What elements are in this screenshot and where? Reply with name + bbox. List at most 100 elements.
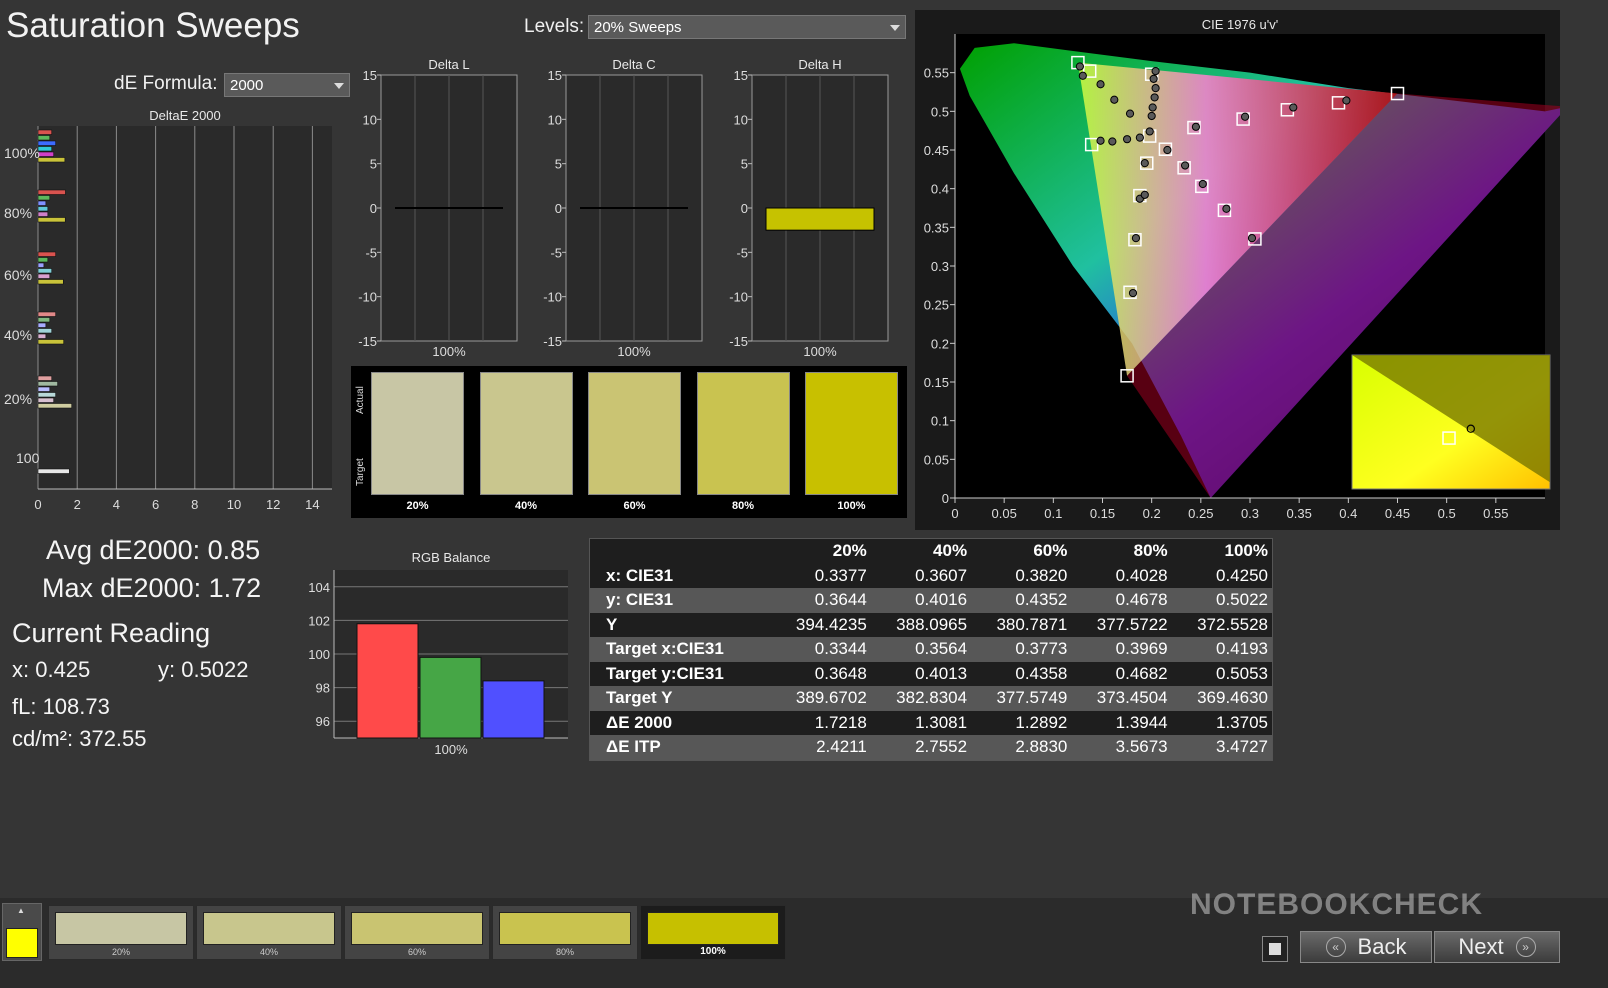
reading-fl: fL: 108.73 [12,694,110,719]
notebookcheck-watermark: NOTEBOOKCHECK [1190,888,1484,921]
next-button[interactable]: Next » [1434,931,1560,963]
levels-select[interactable]: 20% Sweeps [588,15,906,39]
table-cell: 380.7871 [971,612,1072,637]
rgb-category-label: 100% [434,742,468,757]
reading-y: y: 0.5022 [158,657,249,682]
measured-marker [1148,103,1157,112]
deltae-bar [37,135,51,141]
table-cell: 0.3607 [870,563,972,588]
delta-y-tick: 5 [370,157,377,172]
deltae-bar [37,339,64,345]
delta-y-tick: 0 [555,201,562,216]
table-header: 80% [1071,539,1172,564]
row-label: y: CIE31 [590,588,771,613]
table-cell: 382.8304 [870,686,972,711]
sweep-thumb[interactable]: 100% [640,905,786,960]
up-arrow-icon[interactable]: ▲ [17,906,25,915]
cie-chart: 0 0.05 0.1 0.15 0.2 0.25 0.3 0.35 0.4 0.45 0.5 0.55… [924,34,1560,521]
sweep-thumb-color [499,912,631,945]
measured-marker [1078,71,1087,80]
sweep-thumb-label: 20% [111,947,130,957]
table-cell: 1.3705 [1171,710,1272,735]
table-header: 60% [971,539,1072,564]
deltae-bar [37,279,64,285]
sweep-thumb[interactable]: 80% [492,905,638,960]
delta-y-tick: -15 [729,334,748,349]
cie-x-tick: 0.4 [1339,506,1357,521]
measured-marker [1240,112,1250,121]
cie-y-tick: 0 [942,491,949,506]
delta-chart-title: Delta C [612,57,655,72]
table-cell: 0.3377 [770,563,871,588]
sweep-thumb[interactable]: 20% [48,905,194,960]
table-row: Target Y 389.6702 382.8304 377.5749 373.4504… [590,686,1272,711]
swatch [479,372,573,495]
cie-x-tick: 0.25 [1188,506,1213,521]
sweep-thumb[interactable]: 40% [196,905,342,960]
table-cell: 0.3820 [971,563,1072,588]
table-cell: 0.4016 [870,588,972,613]
measured-marker [1147,111,1156,121]
sweep-thumb-label: 60% [407,947,426,957]
table-row: x: CIE31 0.3377 0.3607 0.3820 0.4028 0.4250 [590,563,1272,588]
back-button[interactable]: « Back [1300,931,1432,963]
rgb-balance-chart: 104 102 100 98 96 100% [308,570,568,757]
table-cell: 0.4682 [1071,661,1172,686]
sweep-thumb-color [55,912,187,945]
row-label: Target Y [590,686,771,711]
target-label: Target [355,458,366,486]
delta-category-label: 100% [432,344,466,359]
delta-y-tick: -15 [358,334,377,349]
de-formula-select[interactable]: 2000 [224,73,350,97]
delta-y-tick: 5 [555,157,562,172]
max-de: Max dE2000: 1.72 [42,573,262,603]
stop-button[interactable] [1262,936,1288,962]
row-label: x: CIE31 [590,563,771,588]
reading-x: x: 0.425 [12,657,91,682]
cie-y-tick: 0.5 [931,104,949,119]
cie-x-tick: 0.3 [1241,506,1259,521]
cie-y-tick: 0.05 [924,452,949,467]
cie-x-tick: 0 [951,506,958,521]
next-button-label: Next [1458,934,1504,959]
back-button-label: Back [1357,934,1407,959]
cie-x-tick: 0.5 [1438,506,1456,521]
delta-chart-title: Delta H [798,57,841,72]
delta-y-tick: -5 [550,245,562,260]
reading-cdm2: cd/m²: 372.55 [12,726,147,751]
deltae-bar [37,397,54,403]
row-label: Target y:CIE31 [590,661,771,686]
chevron-down-icon [890,25,900,31]
deltae-x-tick: 4 [113,497,120,512]
deltae-plot-area [38,126,332,489]
table-cell: 0.4193 [1171,637,1272,662]
levels-select-value: 20% Sweeps [594,19,682,36]
deltae-chart-title: DeltaE 2000 [149,108,221,123]
swatch-label: 60% [623,500,646,512]
table-cell: 0.4028 [1071,563,1172,588]
deltae-y-label: 20% [4,391,32,407]
sweep-thumb-color [647,912,779,945]
deltae-x-tick: 14 [305,497,319,512]
cie-y-tick: 0.25 [924,298,949,313]
measured-marker [1163,145,1172,155]
deltae-bar [37,257,49,263]
delta-y-tick: -15 [543,334,562,349]
deltae-bar [37,333,47,339]
measured-marker [1198,179,1207,189]
measured-marker [1150,93,1159,102]
table-cell: 0.4250 [1171,563,1272,588]
delta-charts: Delta L 15 10 5 0 -5 -10 -15 100% Delta C 15 10 5 0 -5… [358,57,889,359]
table-cell: 0.3644 [770,588,871,613]
table-cell: 0.5022 [1171,588,1272,613]
cie-y-tick: 0.2 [931,336,949,351]
cie-y-tick: 0.4 [931,182,949,197]
double-left-arrow-icon: « [1325,937,1346,957]
cie-y-tick: 0.45 [924,143,949,158]
deltae-bar [37,206,49,212]
rgb-bar-b [482,680,545,739]
sweep-thumb[interactable]: 60% [344,905,490,960]
swatch [805,372,898,495]
measured-marker [1191,122,1201,131]
deltae-bar [37,381,58,387]
